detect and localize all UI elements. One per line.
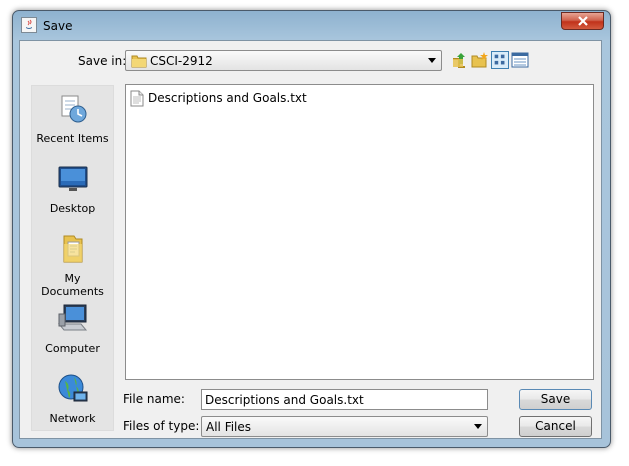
place-label: Desktop xyxy=(49,202,96,215)
my-documents-icon xyxy=(63,235,83,263)
places-bar: Recent Items Desktop My Documents Comput… xyxy=(31,85,114,431)
title-bar[interactable]: Save xyxy=(13,11,610,39)
java-app-icon xyxy=(21,17,37,33)
save-button[interactable]: Save xyxy=(519,389,592,410)
place-desktop[interactable]: Desktop xyxy=(32,158,113,228)
place-label: Network xyxy=(49,412,96,425)
file-type-label: Files of type: xyxy=(123,419,200,433)
place-computer[interactable]: Computer xyxy=(32,298,113,368)
file-name-label: File name: xyxy=(123,392,185,406)
network-icon xyxy=(58,374,88,402)
computer-icon xyxy=(57,304,88,331)
list-view-icon[interactable] xyxy=(491,51,509,69)
up-one-level-icon[interactable] xyxy=(451,51,469,69)
text-file-icon xyxy=(130,90,144,107)
place-label: My Documents xyxy=(41,272,104,298)
place-label: Computer xyxy=(45,342,100,355)
save-in-label: Save in: xyxy=(78,54,127,68)
place-recent-items[interactable]: Recent Items xyxy=(32,88,113,158)
save-in-dropdown[interactable]: CSCI-2912 xyxy=(125,50,442,71)
dialog-content: Save in: CSCI-2912 Recent Items Desktop … xyxy=(19,40,602,439)
close-icon xyxy=(578,16,588,26)
file-list[interactable]: Descriptions and Goals.txt xyxy=(125,84,594,380)
chevron-down-icon xyxy=(428,58,436,63)
chevron-down-icon xyxy=(474,424,482,429)
recent-items-icon xyxy=(61,95,87,123)
place-my-documents[interactable]: My Documents xyxy=(32,228,113,298)
file-name-input[interactable] xyxy=(201,389,488,410)
cancel-button[interactable]: Cancel xyxy=(519,416,592,437)
desktop-icon xyxy=(58,166,88,191)
file-type-value: All Files xyxy=(206,420,252,434)
save-in-value: CSCI-2912 xyxy=(150,54,213,68)
window-title: Save xyxy=(43,19,73,33)
place-network[interactable]: Network xyxy=(32,368,113,438)
place-label: Recent Items xyxy=(36,132,109,145)
folder-icon xyxy=(131,55,147,68)
file-type-dropdown[interactable]: All Files xyxy=(201,416,488,437)
save-dialog: Save Save in: CSCI-2912 Recent Items Des… xyxy=(12,10,611,448)
create-new-folder-icon[interactable] xyxy=(471,51,489,69)
file-name: Descriptions and Goals.txt xyxy=(148,91,307,105)
details-view-icon[interactable] xyxy=(511,51,529,69)
close-button[interactable] xyxy=(561,12,604,30)
